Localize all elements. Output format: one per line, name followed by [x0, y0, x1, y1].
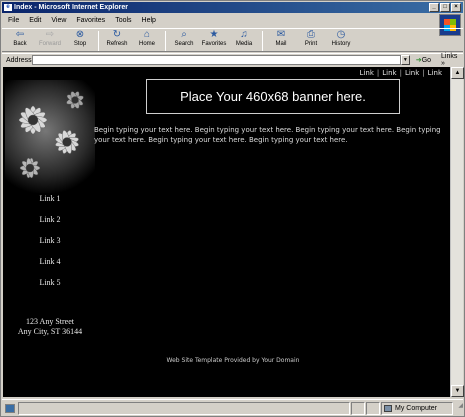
mail-button[interactable]: ✉ Mail: [267, 29, 295, 47]
computer-icon: [384, 404, 392, 412]
favorites-icon: ★: [209, 29, 219, 40]
stop-icon: ⊗: [75, 29, 85, 40]
home-icon: ⌂: [143, 29, 151, 40]
top-link-4[interactable]: Link: [428, 69, 442, 77]
toolbar-label: Home: [138, 41, 155, 47]
toolbar-label: Print: [304, 41, 318, 47]
links-button[interactable]: Links »: [441, 53, 463, 67]
status-cell: [366, 401, 380, 415]
menu-favorites[interactable]: Favorites: [76, 14, 105, 28]
toolbar-label: Refresh: [106, 41, 128, 47]
link-separator: |: [399, 69, 402, 77]
close-button[interactable]: ×: [451, 3, 461, 12]
flower-photo: [5, 80, 95, 193]
menu-view[interactable]: View: [51, 14, 66, 28]
print-icon: ⎙: [307, 29, 315, 40]
scroll-down-icon[interactable]: ▼: [451, 385, 464, 397]
toolbar-label: Favorites: [201, 41, 227, 47]
menu-bar: File Edit View Favorites Tools Help: [2, 14, 442, 28]
footer-credit: Web Site Template Provided by Your Domai…: [166, 357, 300, 364]
top-links: Link | Link | Link | Link: [360, 69, 442, 77]
menu-file[interactable]: File: [8, 14, 19, 28]
page-status-icon: [5, 403, 15, 413]
nav-link-1[interactable]: Link 1: [3, 192, 97, 213]
favorites-button[interactable]: ★ Favorites: [200, 29, 228, 47]
web-page-viewport: Link | Link | Link | Link Place Your 460…: [3, 67, 450, 397]
resize-grip-icon[interactable]: ◢: [453, 402, 463, 415]
status-text-area: [18, 401, 350, 415]
standard-toolbar: ⇦ Back ⇨ Forward ⊗ Stop ↻ Refresh ⌂ Home ⌕ Search ★ F…: [2, 28, 463, 52]
toolbar-separator: [98, 31, 99, 51]
go-button[interactable]: ➔Go: [416, 56, 431, 64]
maximize-button[interactable]: □: [440, 3, 450, 12]
refresh-icon: ↻: [112, 29, 122, 40]
refresh-button[interactable]: ↻ Refresh: [103, 29, 131, 47]
mail-icon: ✉: [276, 29, 286, 40]
toolbar-label: Mail: [275, 41, 287, 47]
stop-button[interactable]: ⊗ Stop: [66, 29, 94, 47]
ie-logo-icon: e: [4, 4, 12, 11]
print-button[interactable]: ⎙ Print: [297, 29, 325, 47]
search-icon: ⌕: [181, 29, 187, 40]
menu-help[interactable]: Help: [142, 14, 156, 28]
history-button[interactable]: ◷ History: [327, 29, 355, 47]
toolbar-label: Back: [13, 41, 27, 47]
address-line-2: Any City, ST 36144: [17, 327, 83, 336]
side-navigation: Link 1 Link 2 Link 3 Link 4 Link 5: [3, 192, 97, 297]
media-button[interactable]: ♫ Media: [230, 29, 258, 47]
search-button[interactable]: ⌕ Search: [170, 29, 198, 47]
link-separator: |: [376, 69, 380, 77]
home-button[interactable]: ⌂ Home: [133, 29, 161, 47]
menu-edit[interactable]: Edit: [29, 14, 41, 28]
menu-tools[interactable]: Tools: [115, 14, 131, 28]
top-link-3[interactable]: Link: [405, 69, 419, 77]
toolbar-separator: [165, 31, 166, 51]
status-bar: My Computer ◢: [2, 399, 463, 416]
toolbar-label: Media: [235, 41, 253, 47]
back-arrow-icon: ⇦: [15, 29, 25, 40]
back-button[interactable]: ⇦ Back: [6, 29, 34, 47]
address-line-1: 123 Any Street: [26, 317, 74, 326]
window-title: Index - Microsoft Internet Explorer: [14, 4, 128, 11]
street-address: 123 Any Street Any City, ST 36144: [3, 317, 97, 337]
address-label: Address: [6, 56, 32, 64]
toolbar-label: Stop: [73, 41, 87, 47]
toolbar-label: History: [331, 41, 351, 47]
security-zone: My Computer: [381, 401, 453, 415]
chevron-right-icon: »: [441, 60, 445, 67]
vertical-scrollbar[interactable]: ▲ ▼: [450, 67, 464, 397]
address-dropdown-icon[interactable]: ▼: [400, 55, 410, 65]
nav-link-3[interactable]: Link 3: [3, 234, 97, 255]
go-label: Go: [421, 57, 432, 64]
top-link-2[interactable]: Link: [382, 69, 396, 77]
links-label: Links: [441, 53, 458, 60]
zone-label: My Computer: [395, 404, 438, 412]
forward-arrow-icon: ⇨: [45, 29, 55, 40]
media-icon: ♫: [240, 29, 248, 40]
title-bar: e Index - Microsoft Internet Explorer _ …: [2, 2, 463, 13]
nav-link-5[interactable]: Link 5: [3, 276, 97, 297]
minimize-button[interactable]: _: [429, 3, 439, 12]
scroll-up-icon[interactable]: ▲: [451, 67, 464, 79]
forward-button[interactable]: ⇨ Forward: [36, 29, 64, 47]
link-separator: |: [422, 69, 425, 77]
history-icon: ◷: [336, 29, 346, 40]
body-text: Begin typing your text here. Begin typin…: [94, 126, 441, 144]
top-link-1[interactable]: Link: [360, 69, 374, 77]
banner-placeholder: Place Your 460x68 banner here.: [146, 79, 400, 114]
status-cell: [351, 401, 365, 415]
nav-link-2[interactable]: Link 2: [3, 213, 97, 234]
toolbar-label: Search: [174, 41, 194, 47]
toolbar-label: Forward: [38, 41, 61, 47]
nav-link-4[interactable]: Link 4: [3, 255, 97, 276]
browser-window: e Index - Microsoft Internet Explorer _ …: [0, 0, 465, 417]
address-input[interactable]: [31, 55, 401, 65]
toolbar-separator: [262, 31, 263, 51]
address-bar: Address ▼ ➔Go Links »: [2, 53, 463, 67]
